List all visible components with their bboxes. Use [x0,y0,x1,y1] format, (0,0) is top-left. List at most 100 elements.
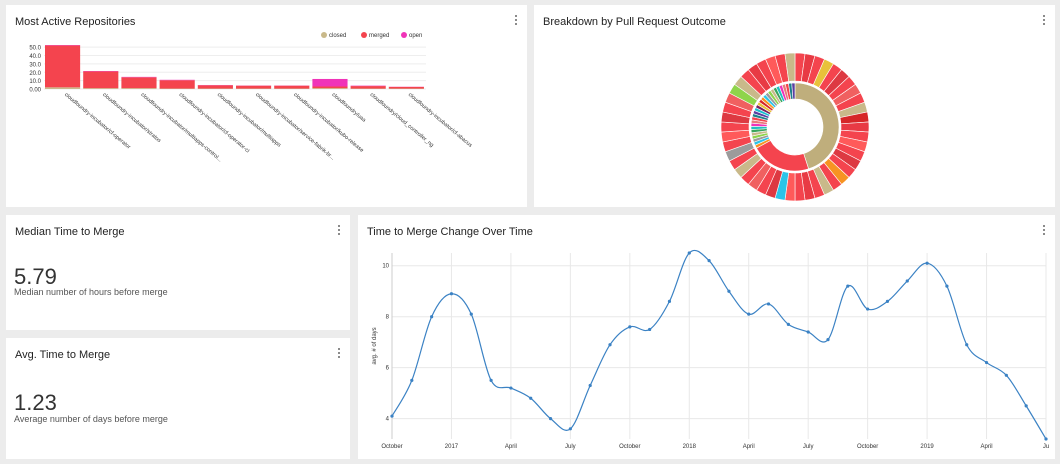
data-point [806,330,810,334]
panel-time-to-merge-over-time: Time to Merge Change Over Time October 20… [358,215,1055,459]
y-tick-label: 40.0 [29,54,41,60]
panel-avg-time-to-merge: Avg. Time to Merge 1.23 Average number o… [6,338,350,459]
bar-segment-merged [274,85,310,89]
bar-segment-merged [159,80,195,89]
data-point [747,312,751,316]
legend-swatch [321,32,327,38]
data-point [449,292,454,296]
bar-segment-closed [121,88,157,89]
bar-segment-merged [83,71,119,89]
data-point [965,343,969,347]
kebab-menu-icon[interactable] [336,347,342,359]
line-chart: October 2017 April July October 2018 April July… [372,249,1049,450]
x-tick-label: October [857,444,878,450]
y-tick-label: 6 [386,366,390,372]
bar-segment-merged [350,86,386,89]
bar-segment-merged [312,86,348,89]
x-tick-label: April [743,444,755,450]
data-point [786,322,790,326]
data-point [430,315,434,319]
bar-segment-closed [83,88,119,89]
bar-segment-merged [197,85,233,89]
bar-chart: 0.00 10.0 20.0 30.0 40.0 50.0 cloudfoundry-inc… [29,32,473,164]
y-tick-label: 10.0 [29,79,41,85]
data-point [905,279,909,283]
x-tick-label: April [981,444,993,450]
panel-breakdown-pr-outcome: Breakdown by Pull Request Outcome [534,5,1055,207]
data-point [628,325,632,329]
data-point [489,378,493,382]
data-point [1004,373,1008,377]
y-tick-label: 50.0 [29,46,41,52]
data-point [390,414,394,418]
y-tick-label: 4 [386,417,390,423]
legend-label: closed [329,33,346,39]
x-tick-label: 2018 [683,444,697,450]
panel-most-active-repositories: Most Active Repositories 0.00 10.0 20.0 30.… [6,5,527,207]
data-point [1044,437,1048,441]
median-subtitle: Median number of hours before merge [14,287,168,297]
bar-segment-closed [312,88,348,89]
avg-subtitle: Average number of days before merge [14,414,168,424]
legend-swatch [401,32,407,38]
x-tick-label: cloudfoundry/cloud_controller_ng [369,92,435,149]
x-tick-label: July [803,444,814,450]
data-point [509,386,513,390]
data-point [945,284,949,288]
x-tick-label: cloudfoundry-incubator/cf-abacus [407,92,473,149]
data-point [410,378,414,382]
y-tick-label: 0.00 [29,88,41,94]
data-point [648,327,652,332]
x-tick-label: cloudfoundry-incubator/multiapps-control… [139,92,223,164]
x-tick-label: cloudfoundry/uaa [330,92,367,124]
x-tick-label: cloudfoundry-incubator/cf-operator [63,92,131,151]
bar-segment-merged [388,86,424,89]
data-point [568,427,572,431]
x-tick-label: July [565,444,576,450]
panel-title: Avg. Time to Merge [15,349,111,361]
series-line [391,249,1047,440]
data-point [588,383,592,388]
bar-segment-merged [45,45,81,88]
data-point [866,307,870,311]
panel-median-time-to-merge: Median Time to Merge 5.79 Median number … [6,215,350,330]
panel-title: Median Time to Merge [15,226,125,238]
donut-chart [720,52,870,202]
bar-segment-merged [121,77,157,89]
x-tick-label: April [505,444,517,450]
x-tick-label: Ju [1043,444,1049,450]
y-tick-label: 8 [386,315,390,321]
x-tick-label: October [619,444,640,450]
avg-value: 1.23 [14,390,57,415]
data-point [529,396,533,400]
legend-label: merged [369,33,389,39]
data-point [707,259,711,263]
data-point [766,302,771,306]
data-point [548,417,553,421]
data-point [826,338,830,342]
bar-segment-open [312,78,348,87]
data-point [846,284,850,288]
y-tick-label: 10 [382,264,389,270]
bar-segment-closed [45,87,81,89]
data-point [727,289,731,293]
legend-label: open [409,33,422,39]
x-tick-label: cloudfoundry-incubator/multiapps [216,92,282,149]
legend-swatch [361,32,367,38]
data-point [984,360,989,365]
x-tick-label: October [381,444,402,450]
data-point [469,312,473,316]
kebab-menu-icon[interactable] [336,224,342,236]
bar-segment-merged [236,85,272,89]
x-tick-label: 2017 [445,444,459,450]
x-tick-label: cloudfoundry-incubator/service-fabrik-br… [254,92,336,162]
data-point [885,299,890,304]
y-tick-label: 20.0 [29,71,41,77]
data-point [1024,404,1028,408]
data-point [667,299,672,304]
data-point [687,251,691,255]
x-tick-label: 2019 [920,444,934,450]
x-tick-label: cloudfoundry-incubator/cf-operator-ci [178,92,251,154]
data-point [608,343,612,347]
y-tick-label: 30.0 [29,62,41,68]
